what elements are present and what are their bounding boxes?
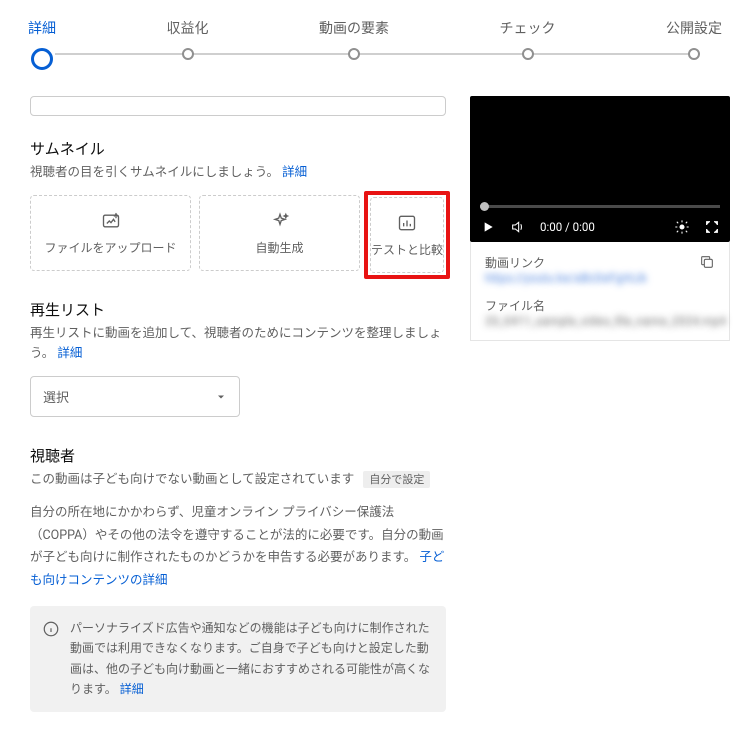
thumbnail-sub: 視聴者の目を引くサムネイルにしましょう。 詳細 bbox=[30, 163, 446, 183]
file-name-label: ファイル名 bbox=[485, 297, 726, 314]
playlist-select-label: 選択 bbox=[43, 387, 69, 406]
playlist-sub-text: 再生リストに動画を追加して、視聴者のためにコンテンツを整理しましょう。 bbox=[30, 326, 442, 361]
audience-notice-link[interactable]: 詳細 bbox=[120, 682, 144, 696]
thumbnail-options: ファイルをアップロード 自動生成 テストと比較 bbox=[30, 195, 446, 275]
image-upload-icon bbox=[101, 211, 121, 231]
thumbnail-autogen-label: 自動生成 bbox=[255, 239, 303, 256]
scrubber[interactable] bbox=[480, 205, 720, 208]
step-label: 動画の要素 bbox=[319, 18, 389, 38]
video-link-label: 動画リンク bbox=[485, 254, 647, 271]
volume-icon[interactable] bbox=[510, 219, 526, 235]
thumbnail-heading: サムネイル bbox=[30, 138, 446, 159]
playlist-sub: 再生リストに動画を追加して、視聴者のためにコンテンツを整理しましょう。 詳細 bbox=[30, 324, 446, 364]
copy-icon bbox=[699, 254, 715, 270]
upload-stepper: 詳細 収益化 動画の要素 チェック 公開設定 bbox=[0, 0, 750, 96]
player-controls: 0:00 / 0:00 bbox=[470, 212, 730, 242]
fullscreen-icon[interactable] bbox=[704, 219, 720, 235]
step-dot-icon bbox=[348, 48, 360, 60]
title-input[interactable] bbox=[30, 96, 446, 116]
playlist-learn-more-link[interactable]: 詳細 bbox=[57, 346, 82, 361]
step-elements[interactable]: 動画の要素 bbox=[319, 18, 389, 70]
audience-notice: パーソナライズド広告や通知などの機能は子ども向けに制作された動画では利用できなく… bbox=[30, 606, 446, 712]
video-link-value[interactable]: https://youtu.be/aBcDeFgHiJk bbox=[485, 271, 647, 285]
step-label: 公開設定 bbox=[666, 18, 722, 38]
sparkle-icon bbox=[270, 211, 290, 231]
step-visibility[interactable]: 公開設定 bbox=[666, 18, 722, 70]
file-name-value: 20_0411_sample_video_file_name_2024.mp4 bbox=[485, 314, 726, 328]
copy-link-button[interactable] bbox=[699, 254, 715, 273]
play-icon[interactable] bbox=[480, 219, 496, 235]
step-details[interactable]: 詳細 bbox=[28, 18, 56, 70]
info-icon bbox=[42, 620, 60, 638]
highlight-box: テストと比較 bbox=[364, 191, 450, 279]
bar-chart-icon bbox=[397, 213, 417, 233]
audience-status-text: この動画は子ども向けでない動画として設定されています bbox=[30, 472, 354, 487]
audience-heading: 視聴者 bbox=[30, 445, 446, 466]
thumbnail-upload-label: ファイルをアップロード bbox=[44, 239, 176, 256]
chevron-down-icon bbox=[215, 391, 227, 403]
step-label: チェック bbox=[500, 18, 556, 38]
thumbnail-test-label: テストと比較 bbox=[371, 241, 443, 258]
thumbnail-upload-card[interactable]: ファイルをアップロード bbox=[30, 195, 191, 271]
time-display: 0:00 / 0:00 bbox=[540, 220, 595, 234]
audience-body: 自分の所在地にかかわらず、児童オンライン プライバシー保護法（COPPA）やその… bbox=[30, 502, 446, 592]
video-preview[interactable]: 0:00 / 0:00 bbox=[470, 96, 730, 242]
step-monetization[interactable]: 収益化 bbox=[167, 18, 209, 70]
playlist-select[interactable]: 選択 bbox=[30, 376, 240, 417]
step-label: 収益化 bbox=[167, 18, 209, 38]
thumbnail-sub-text: 視聴者の目を引くサムネイルにしましょう。 bbox=[30, 165, 279, 180]
step-label: 詳細 bbox=[28, 18, 56, 38]
video-meta: 動画リンク https://youtu.be/aBcDeFgHiJk ファイル名… bbox=[470, 242, 730, 341]
step-dot-icon bbox=[688, 48, 700, 60]
step-dot-active-icon bbox=[31, 48, 53, 70]
thumbnail-test-card[interactable]: テストと比較 bbox=[370, 197, 444, 273]
settings-icon[interactable] bbox=[674, 219, 690, 235]
playlist-heading: 再生リスト bbox=[30, 299, 446, 320]
step-checks[interactable]: チェック bbox=[500, 18, 556, 70]
thumbnail-learn-more-link[interactable]: 詳細 bbox=[282, 165, 307, 180]
step-dot-icon bbox=[522, 48, 534, 60]
step-dot-icon bbox=[182, 48, 194, 60]
audience-status-badge: 自分で設定 bbox=[363, 471, 430, 488]
thumbnail-autogen-card[interactable]: 自動生成 bbox=[199, 195, 360, 271]
audience-body-text: 自分の所在地にかかわらず、児童オンライン プライバシー保護法（COPPA）やその… bbox=[30, 505, 444, 565]
audience-status: この動画は子ども向けでない動画として設定されています 自分で設定 bbox=[30, 470, 446, 490]
